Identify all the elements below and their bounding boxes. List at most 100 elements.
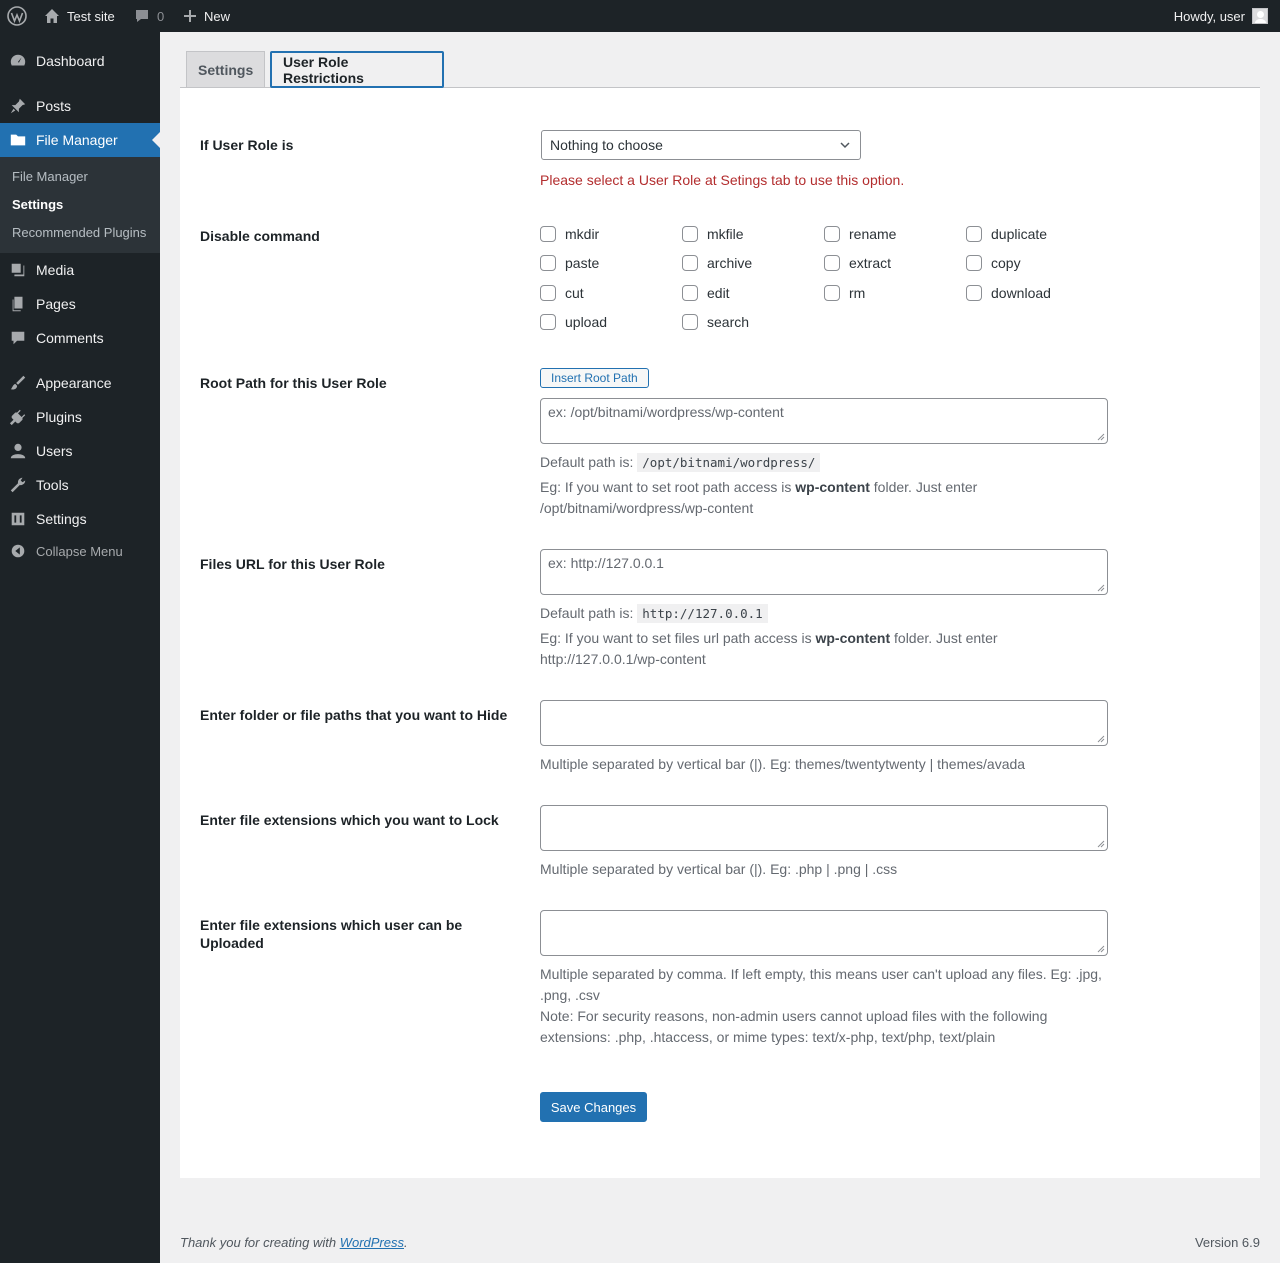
howdy-text: Howdy, user bbox=[1173, 8, 1245, 24]
sidebar-item-comments[interactable]: Comments bbox=[0, 321, 160, 355]
hide-paths-textarea[interactable] bbox=[540, 700, 1108, 746]
sidebar-item-label: File Manager bbox=[36, 132, 118, 148]
submenu-item-recommended-plugins[interactable]: Recommended Plugins bbox=[12, 225, 146, 240]
site-name: Test site bbox=[67, 8, 115, 24]
checkbox-download[interactable]: download bbox=[966, 285, 1051, 301]
sidebar-item-appearance[interactable]: Appearance bbox=[0, 366, 160, 400]
new-content-link[interactable]: New bbox=[183, 0, 230, 32]
checkbox-extract[interactable]: extract bbox=[824, 255, 891, 271]
comments-link[interactable]: 0 bbox=[134, 0, 164, 32]
checkbox-box[interactable] bbox=[540, 314, 556, 330]
wordpress-link[interactable]: WordPress bbox=[340, 1235, 404, 1250]
upload-extensions-label: Enter file extensions which user can be … bbox=[200, 917, 463, 951]
upload-extensions-description: Multiple separated by comma. If left emp… bbox=[540, 966, 1102, 1003]
insert-root-path-button[interactable]: Insert Root Path bbox=[540, 368, 649, 388]
resize-grip-icon[interactable] bbox=[1097, 433, 1105, 441]
wordpress-logo-icon[interactable] bbox=[7, 0, 27, 32]
tab-settings[interactable]: Settings bbox=[186, 51, 265, 88]
checkbox-box[interactable] bbox=[682, 285, 698, 301]
checkbox-box[interactable] bbox=[966, 226, 982, 242]
user-role-select[interactable]: Nothing to choose bbox=[541, 130, 861, 160]
sidebar-item-media[interactable]: Media bbox=[0, 253, 160, 287]
resize-grip-icon[interactable] bbox=[1097, 945, 1105, 953]
sidebar-item-users[interactable]: Users bbox=[0, 434, 160, 468]
disable-command-label: Disable command bbox=[200, 228, 320, 244]
checkbox-label: cut bbox=[565, 285, 584, 301]
wrench-icon bbox=[0, 476, 36, 494]
collapse-menu-label: Collapse Menu bbox=[36, 543, 123, 559]
sidebar-item-file-manager[interactable]: File Manager bbox=[0, 123, 160, 157]
resize-grip-icon[interactable] bbox=[1097, 584, 1105, 592]
tab-user-role-restrictions[interactable]: User Role Restrictions bbox=[270, 51, 444, 88]
checkbox-label: search bbox=[707, 314, 750, 330]
sidebar-item-label: Tools bbox=[36, 477, 69, 493]
plug-icon bbox=[0, 408, 36, 426]
footer-thanks: Thank you for creating with WordPress. bbox=[180, 1235, 408, 1250]
sidebar-item-label: Posts bbox=[36, 98, 72, 114]
root-path-textarea[interactable]: ex: /opt/bitnami/wordpress/wp-content bbox=[540, 398, 1108, 444]
save-changes-button[interactable]: Save Changes bbox=[540, 1092, 647, 1122]
user-account-menu[interactable]: Howdy, user bbox=[1174, 0, 1268, 32]
user-role-label: If User Role is bbox=[200, 137, 294, 153]
checkbox-paste[interactable]: paste bbox=[540, 255, 599, 271]
comment-icon bbox=[0, 329, 36, 347]
checkbox-label: archive bbox=[707, 255, 753, 271]
checkbox-duplicate[interactable]: duplicate bbox=[966, 226, 1047, 242]
checkbox-label: mkdir bbox=[565, 226, 600, 242]
sidebar-item-label: Media bbox=[36, 262, 75, 278]
sidebar-item-settings[interactable]: Settings bbox=[0, 502, 160, 536]
checkbox-label: rm bbox=[849, 285, 866, 301]
checkbox-box[interactable] bbox=[540, 226, 556, 242]
sidebar-item-label: Dashboard bbox=[36, 53, 105, 69]
example-bold: wp-content bbox=[815, 630, 891, 646]
upload-extensions-note: Note: For security reasons, non-admin us… bbox=[540, 1008, 1048, 1045]
sidebar-item-dashboard[interactable]: Dashboard bbox=[0, 44, 160, 78]
lock-extensions-label: Enter file extensions which you want to … bbox=[200, 812, 499, 828]
resize-grip-icon[interactable] bbox=[1097, 840, 1105, 848]
checkbox-mkdir[interactable]: mkdir bbox=[540, 226, 599, 242]
sidebar-item-plugins[interactable]: Plugins bbox=[0, 400, 160, 434]
sidebar-item-pages[interactable]: Pages bbox=[0, 287, 160, 321]
checkbox-box[interactable] bbox=[682, 255, 698, 271]
checkbox-box[interactable] bbox=[966, 285, 982, 301]
checkbox-box[interactable] bbox=[682, 226, 698, 242]
checkbox-rename[interactable]: rename bbox=[824, 226, 896, 242]
sidebar-item-label: Comments bbox=[36, 330, 104, 346]
site-name-link[interactable]: Test site bbox=[44, 0, 115, 32]
sidebar-item-tools[interactable]: Tools bbox=[0, 468, 160, 502]
sidebar-item-posts[interactable]: Posts bbox=[0, 89, 160, 123]
checkbox-mkfile[interactable]: mkfile bbox=[682, 226, 744, 242]
checkbox-box[interactable] bbox=[824, 226, 840, 242]
checkbox-upload[interactable]: upload bbox=[540, 314, 607, 330]
checkbox-box[interactable] bbox=[682, 314, 698, 330]
example-path: /opt/bitnami/wordpress/wp-content bbox=[540, 500, 754, 516]
upload-extensions-textarea[interactable] bbox=[540, 910, 1108, 956]
root-path-placeholder: ex: /opt/bitnami/wordpress/wp-content bbox=[548, 404, 784, 420]
pages-icon bbox=[0, 295, 36, 313]
files-url-textarea[interactable]: ex: http://127.0.0.1 bbox=[540, 549, 1108, 595]
comment-icon bbox=[136, 10, 148, 22]
files-url-label: Files URL for this User Role bbox=[200, 556, 385, 572]
lock-extensions-textarea[interactable] bbox=[540, 805, 1108, 851]
checkbox-box[interactable] bbox=[540, 255, 556, 271]
sidebar-item-label: Plugins bbox=[36, 409, 82, 425]
checkbox-box[interactable] bbox=[824, 285, 840, 301]
footer-thanks-text: Thank you for creating with bbox=[180, 1235, 337, 1250]
submenu-item-file-manager[interactable]: File Manager bbox=[12, 169, 88, 184]
root-path-label: Root Path for this User Role bbox=[200, 375, 387, 391]
checkbox-box[interactable] bbox=[966, 255, 982, 271]
resize-grip-icon[interactable] bbox=[1097, 735, 1105, 743]
checkbox-box[interactable] bbox=[824, 255, 840, 271]
checkbox-cut[interactable]: cut bbox=[540, 285, 584, 301]
checkbox-copy[interactable]: copy bbox=[966, 255, 1021, 271]
checkbox-edit[interactable]: edit bbox=[682, 285, 730, 301]
files-url-placeholder: ex: http://127.0.0.1 bbox=[548, 555, 664, 571]
checkbox-box[interactable] bbox=[540, 285, 556, 301]
collapse-menu-button[interactable]: Collapse Menu bbox=[0, 534, 160, 568]
checkbox-rm[interactable]: rm bbox=[824, 285, 865, 301]
submenu-item-settings[interactable]: Settings bbox=[12, 197, 63, 212]
avatar bbox=[1252, 8, 1268, 24]
checkbox-archive[interactable]: archive bbox=[682, 255, 752, 271]
checkbox-search[interactable]: search bbox=[682, 314, 749, 330]
example-text: Eg: If you want to set root path access … bbox=[540, 479, 792, 495]
